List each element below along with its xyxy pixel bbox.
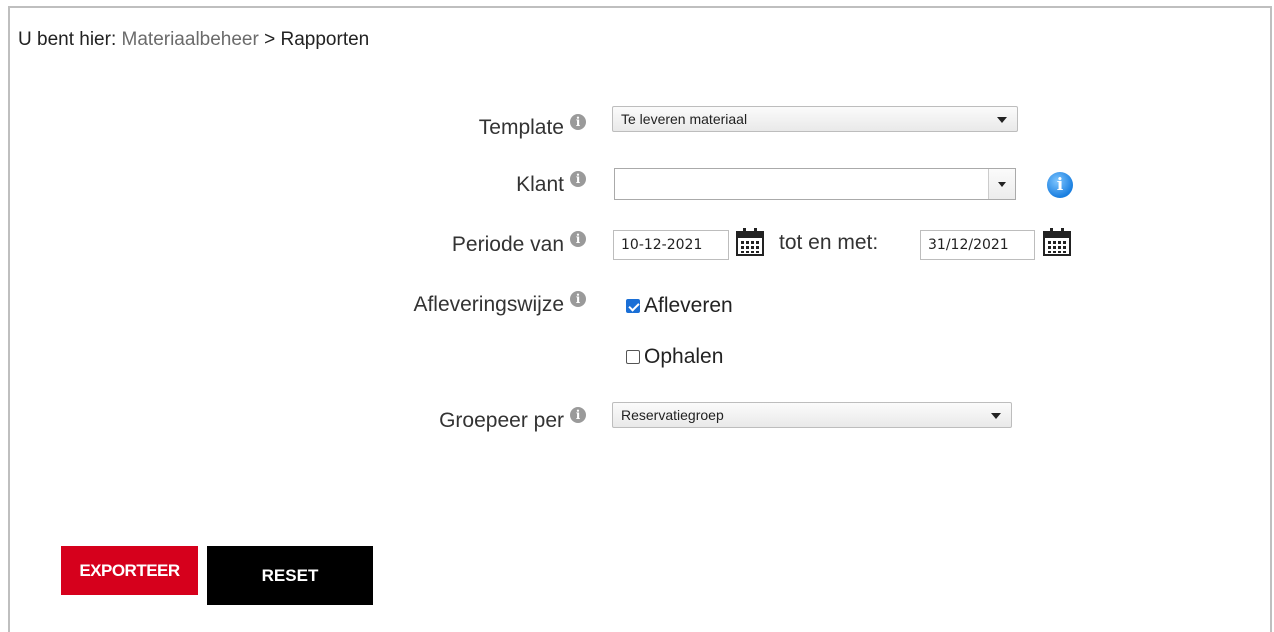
periode-from-input[interactable]: 10-12-2021	[613, 230, 729, 260]
breadcrumb-link-materiaalbeheer[interactable]: Materiaalbeheer	[122, 29, 259, 50]
content-frame	[8, 6, 1272, 632]
checkbox-afleveren-row[interactable]: Afleveren	[626, 294, 733, 318]
calendar-icon[interactable]	[735, 227, 765, 257]
template-label: Template	[478, 116, 564, 139]
export-button[interactable]: EXPORTEER	[61, 546, 198, 595]
checkbox-afleveren[interactable]	[626, 299, 640, 313]
aflevering-label-row: Afleveringswijze i	[186, 291, 586, 317]
aflevering-label: Afleveringswijze	[413, 293, 564, 316]
periode-label-row: Periode van i	[186, 231, 586, 257]
calendar-icon[interactable]	[1042, 227, 1072, 257]
chevron-down-icon	[991, 413, 1001, 419]
breadcrumb: U bent hier: Materiaalbeheer > Rapporten	[18, 29, 369, 51]
info-icon: i	[570, 407, 586, 423]
info-icon: i	[570, 231, 586, 247]
reset-button[interactable]: RESET	[207, 546, 373, 605]
template-label-row: Template i	[186, 114, 586, 140]
klant-label-row: Klant i	[186, 171, 586, 197]
groepeer-label: Groepeer per	[439, 409, 564, 432]
template-select[interactable]: Te leveren materiaal	[612, 106, 1018, 132]
breadcrumb-separator: >	[264, 29, 276, 50]
klant-label: Klant	[516, 173, 564, 196]
checkbox-ophalen-row[interactable]: Ophalen	[626, 345, 723, 369]
chevron-down-icon	[998, 182, 1006, 187]
periode-label: Periode van	[451, 233, 564, 256]
klant-combobox[interactable]	[614, 168, 1016, 200]
groepeer-label-row: Groepeer per i	[186, 407, 586, 433]
info-circle-icon[interactable]: i	[1047, 172, 1073, 198]
breadcrumb-prefix: U bent hier:	[18, 29, 117, 50]
info-icon: i	[570, 291, 586, 307]
klant-dropdown-button[interactable]	[988, 169, 1015, 199]
template-select-value: Te leveren materiaal	[621, 111, 748, 127]
breadcrumb-current: Rapporten	[280, 29, 370, 50]
periode-to-input[interactable]: 31/12/2021	[920, 230, 1035, 260]
periode-to-label: tot en met:	[779, 231, 879, 254]
checkbox-afleveren-label[interactable]: Afleveren	[644, 294, 733, 318]
groepeer-select[interactable]: Reservatiegroep	[612, 402, 1012, 428]
groepeer-select-value: Reservatiegroep	[621, 407, 724, 423]
info-icon: i	[570, 171, 586, 187]
info-icon: i	[570, 114, 586, 130]
checkbox-ophalen-label[interactable]: Ophalen	[644, 345, 723, 369]
chevron-down-icon	[997, 117, 1007, 123]
checkbox-ophalen[interactable]	[626, 350, 640, 364]
